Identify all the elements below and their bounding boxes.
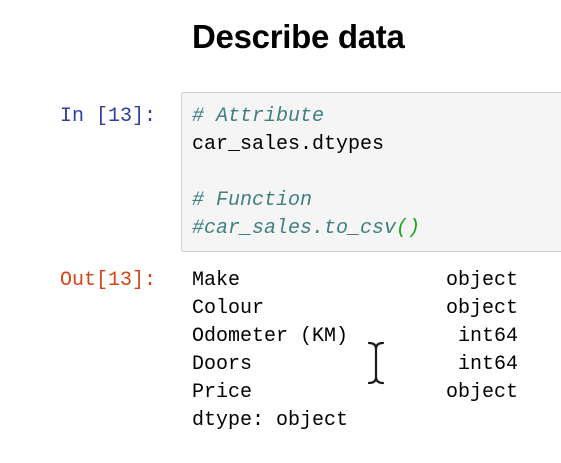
output-row: Make object <box>192 267 518 295</box>
output-row: Odometer (KM) int64 <box>192 323 518 351</box>
to-csv-text: #car_sales.to_csv <box>192 217 397 240</box>
output-value: object <box>445 381 518 404</box>
output-row: Colour object <box>192 295 518 323</box>
text-cursor-icon <box>366 340 386 386</box>
code-line-dtypes: car_sales.dtypes <box>192 133 385 156</box>
input-prompt: In [13]: <box>60 105 157 128</box>
output-dtype-footer: dtype: object <box>192 407 518 435</box>
output-key: Colour <box>192 297 265 320</box>
output-value: object <box>445 297 518 320</box>
output-value: int64 <box>457 325 518 348</box>
code-line-to-csv: #car_sales.to_csv() <box>192 215 420 243</box>
output-value: int64 <box>457 353 518 376</box>
to-csv-parens: () <box>396 217 421 240</box>
output-row: Doors int64 <box>192 351 518 379</box>
markdown-heading: Describe data <box>192 18 405 55</box>
output-prompt: Out[13]: <box>60 269 157 292</box>
output-key: Doors <box>192 353 253 376</box>
code-line-comment-attribute: # Attribute <box>192 105 325 128</box>
output-value: object <box>445 269 518 292</box>
output-dtype-text: dtype: object <box>192 409 349 432</box>
output-key: Make <box>192 269 241 292</box>
output-key: Odometer (KM) <box>192 325 349 348</box>
output-row: Price object <box>192 379 518 407</box>
output-key: Price <box>192 381 253 404</box>
code-line-comment-function: # Function <box>192 189 313 212</box>
